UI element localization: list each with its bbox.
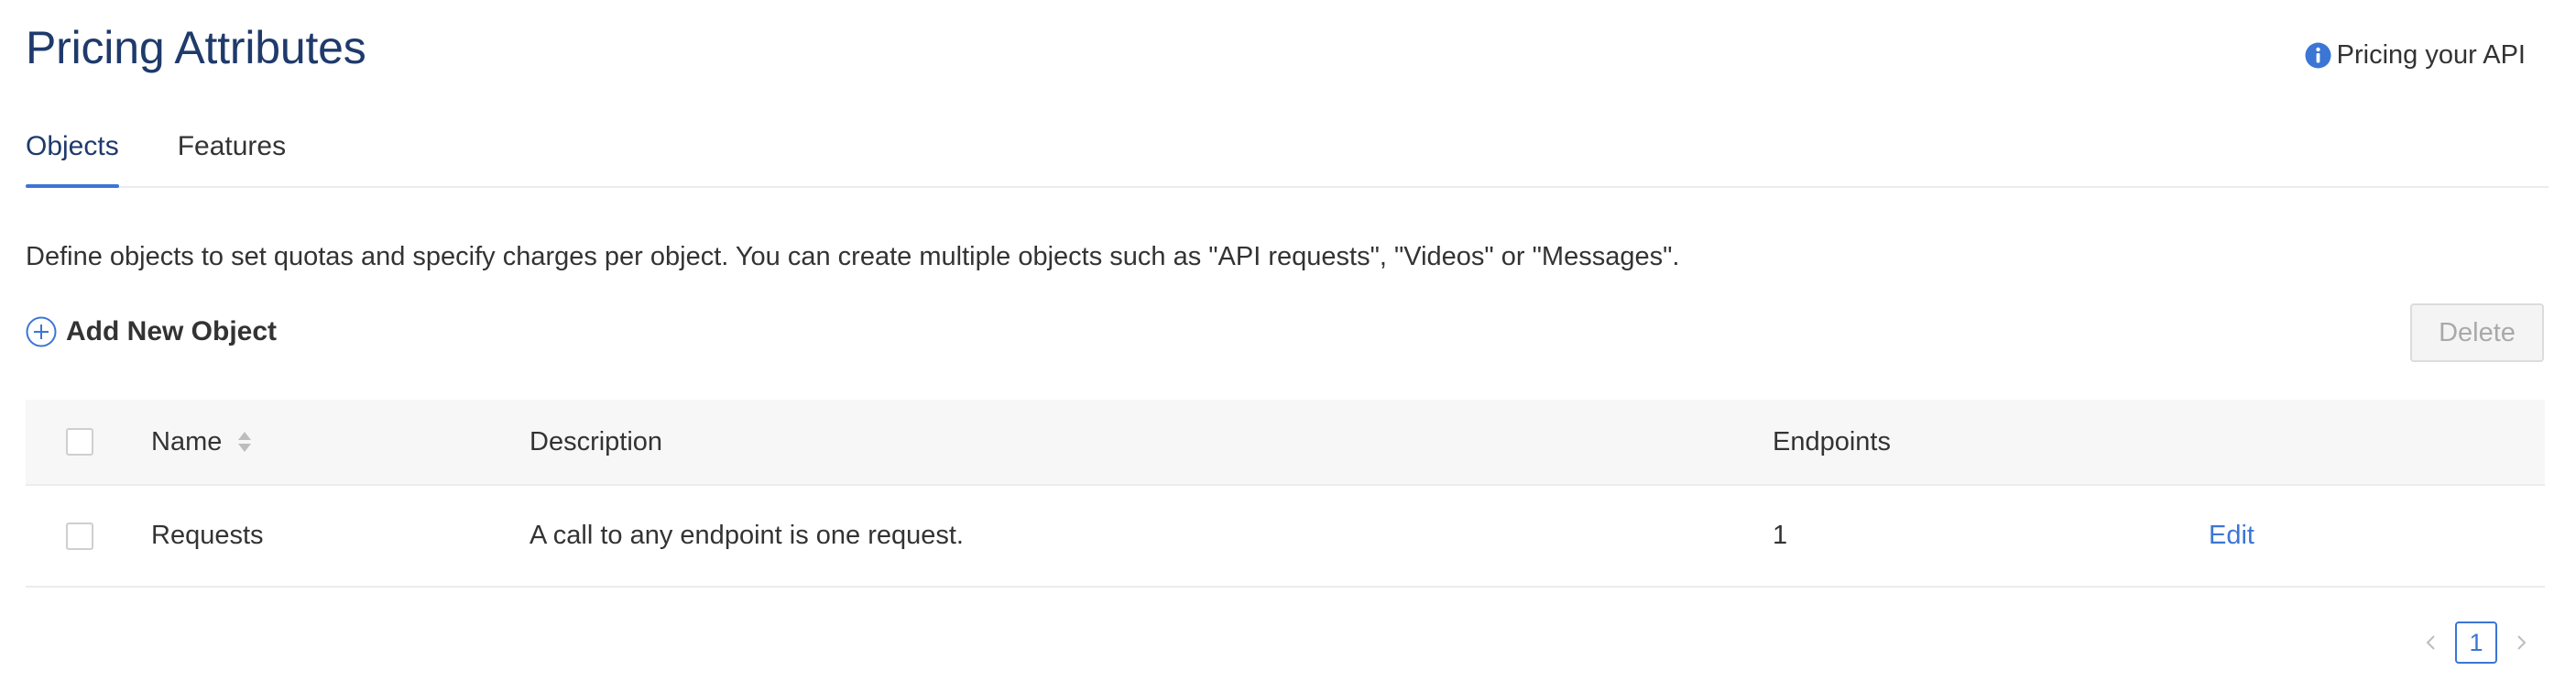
row-endpoints: 1 xyxy=(1773,521,1788,550)
info-icon xyxy=(2305,42,2331,69)
tab-bar: Objects Features xyxy=(26,110,2549,188)
page-number-current[interactable]: 1 xyxy=(2455,622,2497,664)
row-name: Requests xyxy=(151,521,264,550)
chevron-left-icon[interactable] xyxy=(2420,632,2442,654)
row-select-cell xyxy=(66,486,93,586)
sort-icon[interactable] xyxy=(236,429,253,455)
table-row: Requests A call to any endpoint is one r… xyxy=(26,486,2545,588)
tab-objects[interactable]: Objects xyxy=(26,110,119,188)
chevron-right-icon[interactable] xyxy=(2510,632,2532,654)
page-title: Pricing Attributes xyxy=(26,22,366,73)
objects-table: Name Description Endpoints Requests A ca… xyxy=(26,400,2545,588)
row-edit-cell: Edit xyxy=(2209,486,2254,586)
column-header-name-label: Name xyxy=(151,426,223,456)
plus-circle-icon xyxy=(26,316,57,347)
table-header-row: Name Description Endpoints xyxy=(26,400,2545,486)
pricing-help-label: Pricing your API xyxy=(2336,40,2526,70)
row-checkbox[interactable] xyxy=(66,522,93,550)
intro-description: Define objects to set quotas and specify… xyxy=(26,242,1680,271)
column-header-name[interactable]: Name xyxy=(151,400,253,484)
edit-link[interactable]: Edit xyxy=(2209,521,2254,551)
delete-button[interactable]: Delete xyxy=(2410,303,2544,362)
column-header-description: Description xyxy=(529,426,663,456)
row-description: A call to any endpoint is one request. xyxy=(529,521,964,550)
select-all-checkbox[interactable] xyxy=(66,428,93,456)
page: Pricing Attributes Pricing your API Obje… xyxy=(0,0,2576,693)
add-new-object-button[interactable]: Add New Object xyxy=(26,316,277,347)
column-header-endpoints: Endpoints xyxy=(1773,426,1891,456)
tab-features[interactable]: Features xyxy=(178,110,286,186)
pricing-help-link[interactable]: Pricing your API xyxy=(2305,40,2526,71)
select-all-cell xyxy=(66,400,93,484)
add-new-object-label: Add New Object xyxy=(66,316,278,346)
pagination: 1 xyxy=(2420,622,2532,664)
